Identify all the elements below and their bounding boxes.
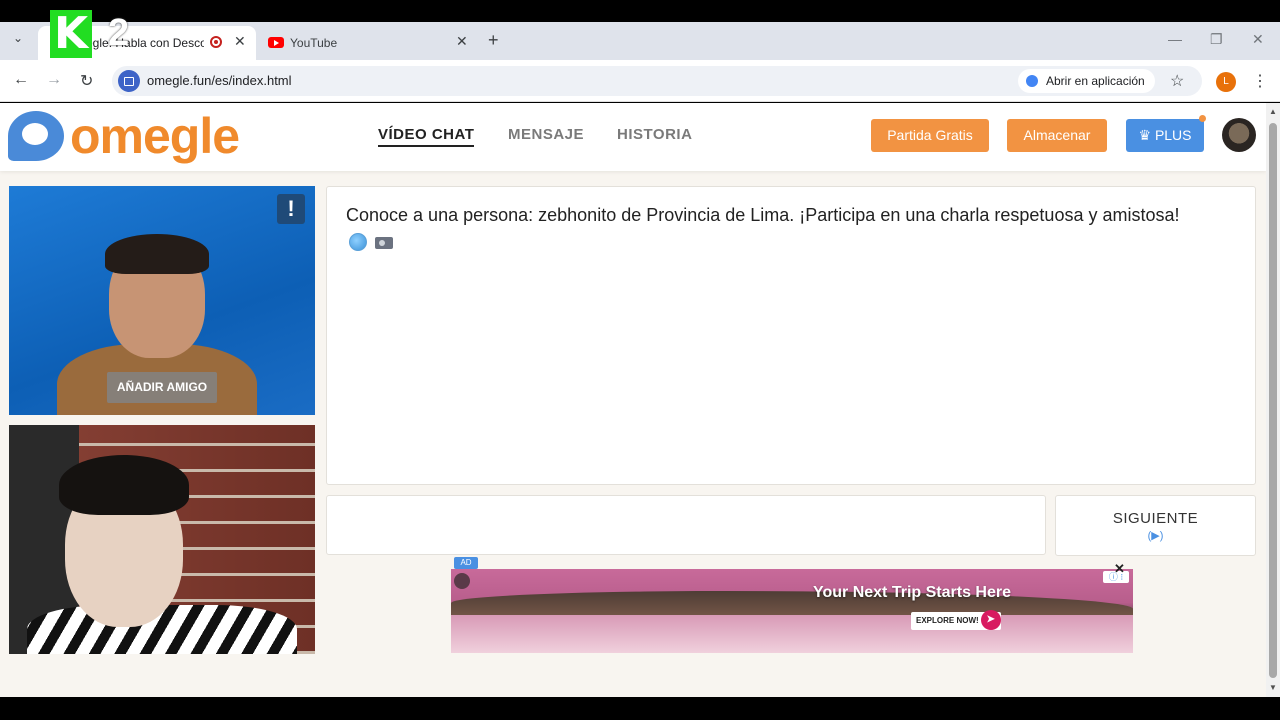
page-scrollbar[interactable]: ▲ ▼ (1266, 103, 1280, 697)
browser-tab-bar: ⌄ egle: Habla con Descon ✕ YouTube ✕ + —… (0, 22, 1280, 60)
tab-close-icon[interactable]: ✕ (234, 33, 246, 50)
ad-close-icon[interactable]: ✕ (1114, 561, 1125, 577)
youtube-favicon-icon (268, 37, 284, 48)
omegle-page: omegle VÍDEO CHAT MENSAJE HISTORIA Parti… (0, 103, 1266, 697)
back-arrow-icon[interactable]: ← (13, 71, 29, 89)
plus-button[interactable]: ♛ PLUS (1126, 119, 1204, 152)
url-text: omegle.fun/es/index.html (147, 73, 292, 88)
browser-menu-icon[interactable]: ⋮ (1252, 71, 1268, 91)
message-input[interactable] (326, 495, 1046, 555)
site-info-icon[interactable] (118, 70, 140, 92)
brand-name: omegle (70, 108, 240, 164)
add-friend-button[interactable]: AÑADIR AMIGO (107, 372, 217, 403)
ad-banner[interactable]: Your Next Trip Starts Here EXPLORE NOW! ➤… (451, 569, 1133, 653)
scroll-thumb[interactable] (1269, 123, 1277, 678)
chat-bubble-logo-icon (8, 111, 64, 161)
watermark-letter: K (50, 10, 92, 58)
self-video (9, 425, 315, 654)
bookmark-star-icon[interactable]: ☆ (1170, 71, 1184, 91)
self-person-image (27, 455, 297, 654)
user-avatar[interactable] (1222, 118, 1256, 152)
send-arrow-icon: ➤ (980, 610, 1001, 630)
forward-arrow-icon[interactable]: → (46, 71, 62, 89)
reload-icon[interactable]: ↻ (80, 71, 93, 91)
address-bar[interactable]: omegle.fun/es/index.html Abrir en aplica… (112, 66, 1202, 96)
ad-logo-icon (454, 573, 470, 589)
chat-log: Conoce a una persona: zebhonito de Provi… (326, 186, 1256, 485)
recording-indicator-icon (210, 36, 222, 48)
notification-dot (1199, 115, 1206, 122)
plus-label: PLUS (1154, 127, 1192, 143)
camera-icon (375, 237, 393, 249)
ad-explore-button[interactable]: EXPLORE NOW! ➤ (911, 610, 1001, 630)
nav-video-chat[interactable]: VÍDEO CHAT (378, 126, 475, 147)
site-header: omegle VÍDEO CHAT MENSAJE HISTORIA Parti… (0, 103, 1266, 171)
globe-icon (349, 233, 367, 251)
store-button[interactable]: Almacenar (1007, 119, 1107, 152)
report-button[interactable]: ! (277, 194, 305, 224)
ad-title: Your Next Trip Starts Here (813, 584, 1011, 601)
next-button[interactable]: SIGUIENTE (▶) (1055, 495, 1256, 556)
next-key-hint: (▶) (1147, 530, 1164, 542)
nav-history[interactable]: HISTORIA (617, 126, 692, 143)
tab-close-icon[interactable]: ✕ (456, 33, 468, 50)
new-tab-button[interactable]: + (488, 30, 499, 51)
stranger-video: ! AÑADIR AMIGO (9, 186, 315, 415)
profile-avatar[interactable]: L (1216, 72, 1236, 92)
screen: ⌄ egle: Habla con Descon ✕ YouTube ✕ + —… (0, 0, 1280, 720)
ad-cta-label: EXPLORE NOW! (916, 616, 979, 625)
open-in-app-label: Abrir en aplicación (1046, 74, 1145, 88)
window-close-icon[interactable]: ✕ (1252, 31, 1264, 48)
tab-list-chevron-icon[interactable]: ⌄ (6, 31, 30, 51)
watermark-number: 2 (108, 12, 130, 54)
app-icon (1026, 75, 1038, 87)
chat-system-message: Conoce a una persona: zebhonito de Provi… (346, 205, 1180, 225)
nav-messages[interactable]: MENSAJE (508, 126, 584, 143)
omegle-logo[interactable]: omegle (8, 108, 240, 165)
next-label: SIGUIENTE (1112, 510, 1199, 527)
crown-icon: ♛ (1138, 127, 1155, 143)
open-in-app-button[interactable]: Abrir en aplicación (1018, 69, 1155, 93)
free-match-button[interactable]: Partida Gratis (871, 119, 989, 152)
scroll-up-icon[interactable]: ▲ (1269, 107, 1277, 116)
tab-title: YouTube (290, 36, 338, 50)
ad-tag: AD (454, 557, 478, 569)
scroll-down-icon[interactable]: ▼ (1269, 683, 1277, 692)
browser-toolbar: ← → ↻ omegle.fun/es/index.html Abrir en … (0, 60, 1280, 102)
restore-icon[interactable]: ❐ (1210, 31, 1223, 48)
tab-youtube[interactable]: YouTube ✕ (262, 26, 476, 60)
minimize-icon[interactable]: — (1168, 31, 1182, 47)
